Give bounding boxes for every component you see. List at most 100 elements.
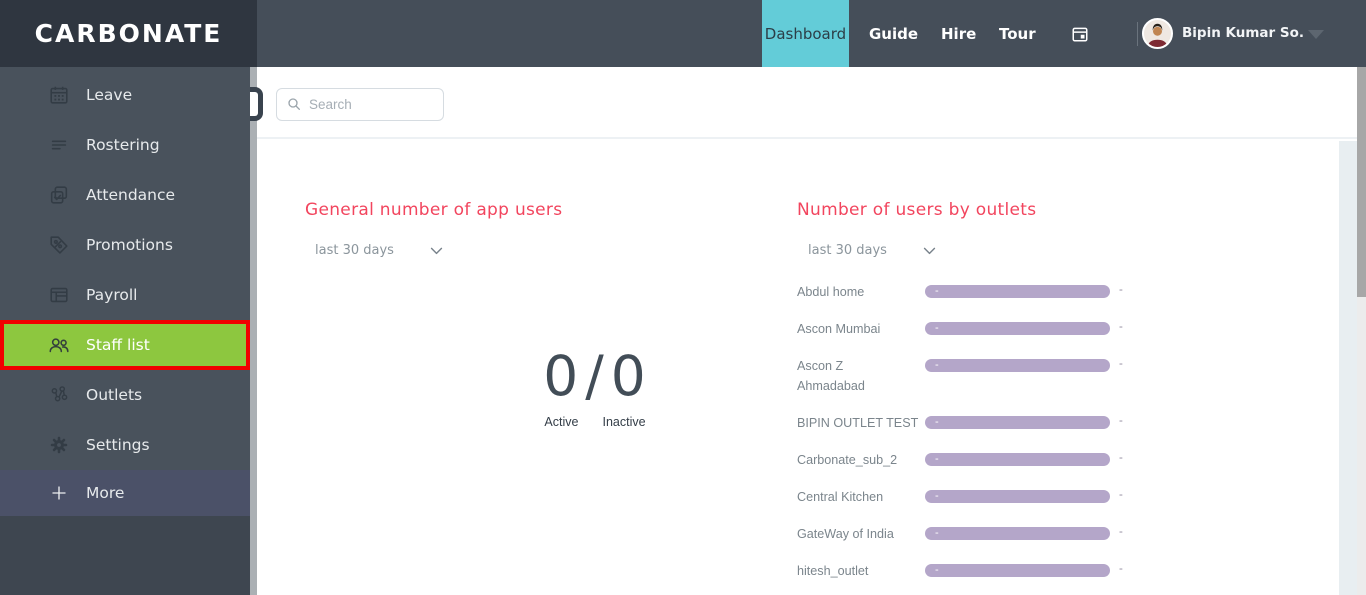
outlet-name: Ascon Mumbai	[797, 322, 881, 336]
outlet-row: GateWay of India - -	[797, 524, 1157, 544]
outlet-row: Central Kitchen - -	[797, 487, 1157, 507]
outlet-name: Central Kitchen	[797, 490, 884, 504]
user-name[interactable]: Bipin Kumar So...	[1182, 25, 1304, 41]
sidebar-collapse-handle[interactable]	[250, 87, 263, 121]
payroll-icon	[46, 283, 72, 307]
user-avatar[interactable]	[1142, 18, 1173, 49]
sidebar-scrollbar[interactable]	[250, 67, 257, 595]
outlet-name: Carbonate_sub_2	[797, 453, 898, 467]
outlet-name: hitesh_outlet	[797, 564, 869, 578]
outlets-filter-dropdown[interactable]: last 30 days	[808, 242, 938, 259]
sidebar-item-label: Staff list	[86, 336, 150, 354]
app-users-count-labels: Active Inactive	[495, 415, 695, 429]
chevron-down-icon	[921, 242, 938, 259]
outlet-name: GateWay of India	[797, 527, 894, 541]
sidebar-item-rostering[interactable]: Rostering	[0, 120, 250, 170]
calendar-icon	[46, 83, 72, 107]
outlet-row: hitesh_outlet - -	[797, 561, 1157, 581]
inactive-count: 0	[610, 344, 647, 408]
search-icon	[286, 96, 302, 112]
sidebar-item-settings[interactable]: Settings	[0, 420, 250, 470]
sidebar-item-label: Attendance	[86, 186, 176, 204]
outlet-usage-bar: -	[925, 359, 1110, 372]
outlets-list: Abdul home - - Ascon Mumbai - - Ascon Z …	[797, 282, 1157, 595]
outlet-usage-bar: -	[925, 416, 1110, 429]
promotions-icon	[46, 233, 72, 257]
logo-block: CARBONATE	[0, 0, 257, 67]
outlet-value: -	[1119, 489, 1123, 501]
sidebar-item-more[interactable]: More	[0, 470, 250, 516]
gear-icon	[46, 433, 72, 457]
sidebar-item-label: Rostering	[86, 136, 160, 154]
sidebar-item-outlets[interactable]: Outlets	[0, 370, 250, 420]
app-users-panel-title: General number of app users	[305, 200, 563, 220]
content-edge-strip	[1339, 141, 1357, 595]
outlet-value: -	[1119, 563, 1123, 575]
outlet-value: -	[1119, 358, 1123, 370]
outlet-usage-bar: -	[925, 453, 1110, 466]
staff-icon	[46, 333, 72, 357]
outlet-name: Ascon Z Ahmadabad	[797, 359, 865, 393]
calendar-icon[interactable]	[1071, 25, 1089, 43]
inactive-label: Inactive	[602, 415, 646, 429]
sidebar: Leave Rostering Attendance Promotions Pa…	[0, 67, 250, 595]
active-label: Active	[544, 415, 579, 429]
outlet-usage-bar: -	[925, 564, 1110, 577]
attendance-icon	[46, 183, 72, 207]
outlets-panel-title: Number of users by outlets	[797, 200, 1037, 220]
rostering-icon	[46, 133, 72, 157]
outlet-row: Ascon Z Ahmadabad - -	[797, 356, 1157, 396]
tab-tour[interactable]: Tour	[999, 0, 1036, 67]
outlet-usage-bar: -	[925, 527, 1110, 540]
app-users-count: 0/0	[495, 344, 695, 408]
plus-icon	[46, 481, 72, 505]
outlet-row: Ascon Mumbai - -	[797, 319, 1157, 339]
count-separator: /	[585, 344, 605, 408]
tab-hire[interactable]: Hire	[941, 0, 976, 67]
outlet-value: -	[1119, 452, 1123, 464]
outlet-usage-bar: -	[925, 285, 1110, 298]
filter-label: last 30 days	[808, 243, 887, 258]
sidebar-item-label: More	[86, 484, 125, 502]
chevron-down-icon	[428, 242, 445, 259]
app-logo: CARBONATE	[34, 19, 223, 48]
search-box	[276, 88, 444, 121]
outlets-icon	[46, 383, 72, 407]
app-window: CARBONATE Dashboard Guide Hire Tour Bipi…	[0, 0, 1366, 595]
outlet-usage-bar: -	[925, 322, 1110, 335]
toolbar	[257, 67, 1366, 139]
sidebar-item-label: Outlets	[86, 386, 143, 404]
tab-guide[interactable]: Guide	[869, 0, 918, 67]
outlet-row: Abdul home - -	[797, 282, 1157, 302]
top-header: CARBONATE Dashboard Guide Hire Tour Bipi…	[0, 0, 1366, 67]
sidebar-item-leave[interactable]: Leave	[0, 70, 250, 120]
header-divider	[1137, 22, 1138, 46]
page-scrollbar-thumb[interactable]	[1357, 67, 1366, 297]
outlet-name: Abdul home	[797, 285, 865, 299]
sidebar-item-label: Promotions	[86, 236, 173, 254]
sidebar-filler	[0, 516, 250, 595]
page-scrollbar[interactable]	[1357, 67, 1366, 595]
outlet-value: -	[1119, 321, 1123, 333]
sidebar-items: Leave Rostering Attendance Promotions Pa…	[0, 67, 250, 516]
tab-dashboard[interactable]: Dashboard	[762, 0, 849, 67]
outlet-name: BIPIN OUTLET TEST	[797, 416, 919, 430]
outlet-value: -	[1119, 284, 1123, 296]
sidebar-item-label: Settings	[86, 436, 150, 454]
sidebar-item-payroll[interactable]: Payroll	[0, 270, 250, 320]
outlet-value: -	[1119, 526, 1123, 538]
sidebar-item-promotions[interactable]: Promotions	[0, 220, 250, 270]
dashboard-content: General number of app users last 30 days…	[257, 141, 1339, 595]
app-users-filter-dropdown[interactable]: last 30 days	[315, 242, 445, 259]
outlet-row: BIPIN OUTLET TEST - -	[797, 413, 1157, 433]
outlet-row: Carbonate_sub_2 - -	[797, 450, 1157, 470]
sidebar-item-label: Payroll	[86, 286, 138, 304]
outlet-value: -	[1119, 415, 1123, 427]
user-menu-caret-icon[interactable]	[1308, 30, 1324, 39]
sidebar-item-staff-list[interactable]: Staff list	[0, 320, 250, 370]
filter-label: last 30 days	[315, 243, 394, 258]
sidebar-item-attendance[interactable]: Attendance	[0, 170, 250, 220]
active-count: 0	[543, 344, 580, 408]
outlet-usage-bar: -	[925, 490, 1110, 503]
sidebar-item-label: Leave	[86, 86, 133, 104]
